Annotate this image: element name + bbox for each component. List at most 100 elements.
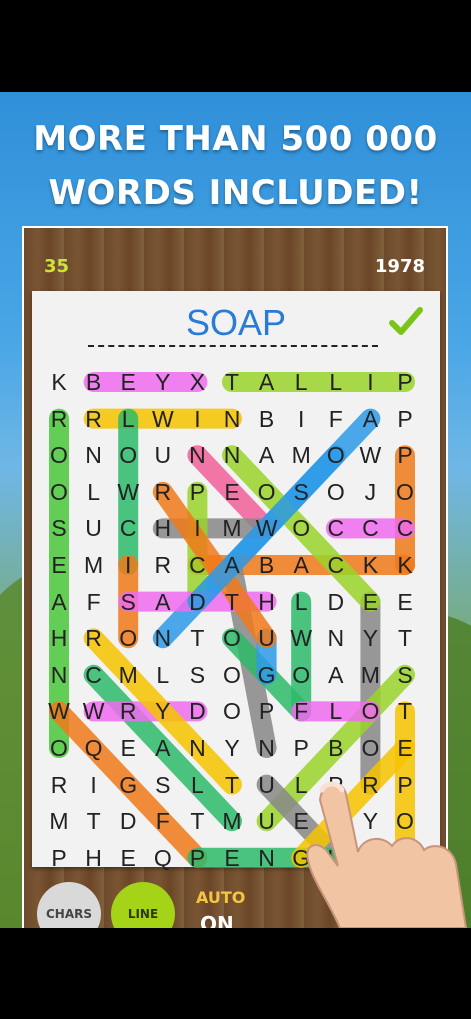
grid-cell[interactable]: A <box>249 364 285 400</box>
grid-cell[interactable]: A <box>283 547 319 583</box>
grid-cell[interactable]: P <box>249 693 285 729</box>
grid-cell[interactable]: R <box>110 693 146 729</box>
grid-cell[interactable]: H <box>249 584 285 620</box>
grid-cell[interactable]: K <box>352 547 388 583</box>
grid-cell[interactable]: L <box>318 364 354 400</box>
grid-cell[interactable]: G <box>249 657 285 693</box>
grid-cell[interactable]: Y <box>352 620 388 656</box>
grid-cell[interactable]: O <box>41 730 77 766</box>
grid-cell[interactable]: K <box>41 364 77 400</box>
grid-cell[interactable]: S <box>387 657 423 693</box>
grid-cell[interactable]: O <box>214 693 250 729</box>
grid-cell[interactable]: L <box>179 767 215 803</box>
grid-cell[interactable]: E <box>214 840 250 876</box>
grid-cell[interactable]: N <box>249 730 285 766</box>
grid-cell[interactable]: P <box>387 437 423 473</box>
grid-cell[interactable]: M <box>214 510 250 546</box>
grid-cell[interactable]: Y <box>145 693 181 729</box>
grid-cell[interactable]: U <box>145 437 181 473</box>
grid-cell[interactable]: F <box>318 401 354 437</box>
grid-cell[interactable]: C <box>110 510 146 546</box>
grid-cell[interactable]: L <box>76 474 112 510</box>
grid-cell[interactable]: K <box>387 547 423 583</box>
grid-cell[interactable]: T <box>179 620 215 656</box>
grid-cell[interactable]: T <box>214 584 250 620</box>
grid-cell[interactable]: M <box>352 657 388 693</box>
grid-cell[interactable]: H <box>76 840 112 876</box>
grid-cell[interactable]: R <box>145 547 181 583</box>
grid-cell[interactable]: D <box>179 693 215 729</box>
grid-cell[interactable]: C <box>387 510 423 546</box>
grid-cell[interactable]: A <box>318 657 354 693</box>
grid-cell[interactable]: C <box>179 547 215 583</box>
grid-cell[interactable]: N <box>318 620 354 656</box>
grid-cell[interactable]: C <box>318 510 354 546</box>
grid-cell[interactable]: U <box>76 510 112 546</box>
grid-cell[interactable]: O <box>110 437 146 473</box>
grid-cell[interactable]: T <box>214 767 250 803</box>
grid-cell[interactable]: R <box>41 767 77 803</box>
grid-cell[interactable]: A <box>145 730 181 766</box>
grid-cell[interactable]: B <box>249 547 285 583</box>
grid-cell[interactable]: N <box>145 620 181 656</box>
grid-cell[interactable]: F <box>76 584 112 620</box>
grid-cell[interactable]: N <box>76 437 112 473</box>
grid-cell[interactable]: M <box>76 547 112 583</box>
grid-cell[interactable]: P <box>387 364 423 400</box>
grid-cell[interactable]: A <box>145 584 181 620</box>
grid-cell[interactable]: A <box>249 437 285 473</box>
grid-cell[interactable]: T <box>179 803 215 839</box>
grid-cell[interactable]: P <box>179 840 215 876</box>
grid-cell[interactable]: R <box>76 620 112 656</box>
grid-cell[interactable]: P <box>41 840 77 876</box>
grid-cell[interactable]: O <box>352 693 388 729</box>
grid-cell[interactable]: I <box>352 364 388 400</box>
grid-cell[interactable]: Y <box>145 364 181 400</box>
grid-cell[interactable]: X <box>179 364 215 400</box>
grid-cell[interactable]: O <box>318 474 354 510</box>
grid-cell[interactable]: L <box>318 693 354 729</box>
grid-cell[interactable]: W <box>283 620 319 656</box>
grid-cell[interactable]: E <box>110 840 146 876</box>
grid-cell[interactable]: O <box>214 620 250 656</box>
grid-cell[interactable]: H <box>145 510 181 546</box>
grid-cell[interactable]: C <box>76 657 112 693</box>
grid-cell[interactable]: F <box>145 803 181 839</box>
grid-cell[interactable]: B <box>249 401 285 437</box>
grid-cell[interactable]: P <box>387 401 423 437</box>
grid-cell[interactable]: L <box>283 364 319 400</box>
grid-cell[interactable]: I <box>110 547 146 583</box>
grid-cell[interactable]: O <box>214 657 250 693</box>
grid-cell[interactable]: E <box>110 364 146 400</box>
grid-cell[interactable]: P <box>179 474 215 510</box>
grid-cell[interactable]: C <box>352 510 388 546</box>
grid-cell[interactable]: F <box>283 693 319 729</box>
grid-cell[interactable]: S <box>110 584 146 620</box>
grid-cell[interactable]: Y <box>214 730 250 766</box>
grid-cell[interactable]: S <box>179 657 215 693</box>
grid-cell[interactable]: U <box>249 767 285 803</box>
grid-cell[interactable]: N <box>179 437 215 473</box>
grid-cell[interactable]: A <box>214 547 250 583</box>
grid-cell[interactable]: N <box>214 437 250 473</box>
grid-cell[interactable]: W <box>41 693 77 729</box>
grid-cell[interactable]: J <box>352 474 388 510</box>
grid-cell[interactable]: M <box>41 803 77 839</box>
grid-cell[interactable]: O <box>249 474 285 510</box>
grid-cell[interactable]: H <box>41 620 77 656</box>
grid-cell[interactable]: M <box>283 437 319 473</box>
grid-cell[interactable]: T <box>214 364 250 400</box>
grid-cell[interactable]: D <box>179 584 215 620</box>
grid-cell[interactable]: E <box>110 730 146 766</box>
grid-cell[interactable]: R <box>41 401 77 437</box>
grid-cell[interactable]: O <box>387 474 423 510</box>
grid-cell[interactable]: N <box>41 657 77 693</box>
grid-cell[interactable]: S <box>41 510 77 546</box>
grid-cell[interactable]: A <box>352 401 388 437</box>
grid-cell[interactable]: T <box>387 620 423 656</box>
grid-cell[interactable]: I <box>179 401 215 437</box>
grid-cell[interactable]: L <box>145 657 181 693</box>
grid-cell[interactable]: W <box>110 474 146 510</box>
grid-cell[interactable]: C <box>318 547 354 583</box>
grid-cell[interactable]: I <box>179 510 215 546</box>
